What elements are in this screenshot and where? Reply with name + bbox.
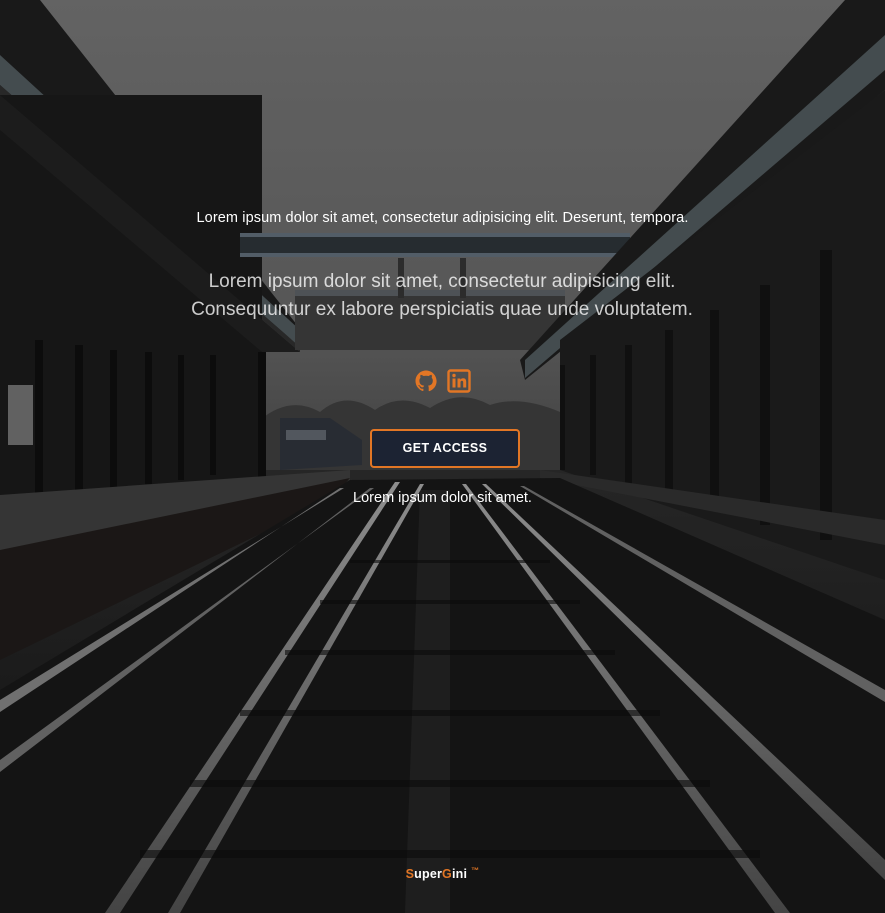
cta-note: Lorem ipsum dolor sit amet. [353,490,532,506]
trademark-symbol: ™ [471,866,480,875]
github-link[interactable] [414,369,438,393]
hero-section: Lorem ipsum dolor sit amet, consectetur … [0,0,885,913]
hero-lead-text: Lorem ipsum dolor sit amet, consectetur … [142,268,742,324]
get-access-button[interactable]: GET ACCESS [370,429,520,468]
brand-text-uper: uper [414,867,443,882]
hero-lead-line-2: Consequuntur ex labore perspiciatis quae… [191,299,693,320]
social-links [0,369,885,393]
landing-page: Lorem ipsum dolor sit amet, consectetur … [0,0,885,913]
brand-letter-s: S [405,867,415,882]
brand-text-ini: ini [451,867,468,882]
hero-lead-line-1: Lorem ipsum dolor sit amet, consectetur … [208,271,676,292]
brand-letter-g: G [442,867,452,882]
brand-logo[interactable]: SuperGini ™ [0,866,885,881]
hero-tagline: Lorem ipsum dolor sit amet, consectetur … [196,210,689,226]
linkedin-icon [447,369,471,393]
linkedin-link[interactable] [447,369,471,393]
github-icon [415,370,437,392]
